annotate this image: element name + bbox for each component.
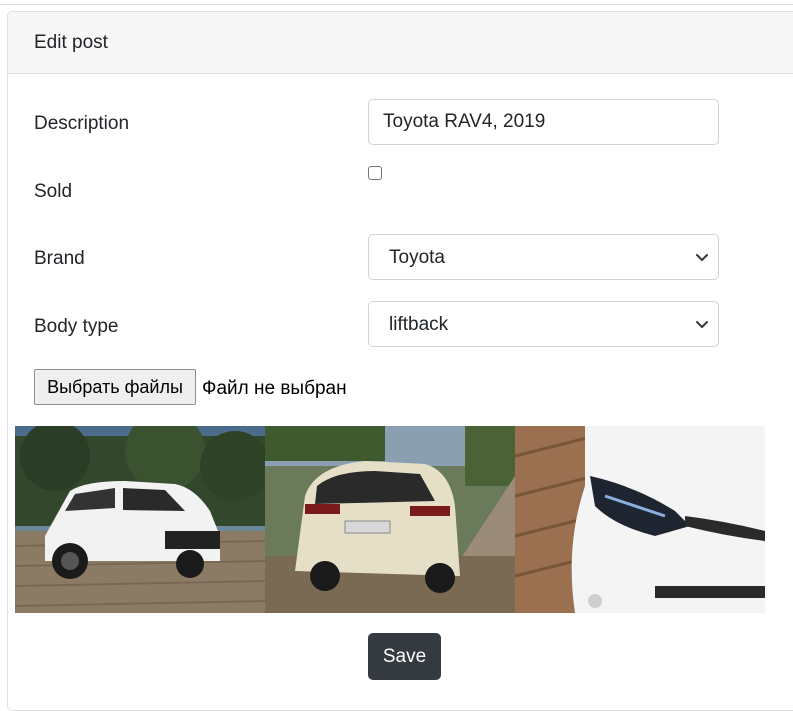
description-input[interactable] — [368, 99, 719, 145]
body-type-select[interactable]: liftback — [368, 301, 719, 347]
save-button[interactable]: Save — [368, 633, 441, 680]
chevron-down-icon — [696, 254, 708, 261]
sold-checkbox[interactable] — [368, 166, 382, 180]
edit-post-card: Edit post Description Sold Brand Toyota … — [7, 11, 793, 711]
file-status-text: Файл не выбран — [202, 378, 347, 399]
top-divider — [0, 4, 793, 5]
choose-files-button[interactable]: Выбрать файлы — [34, 369, 196, 405]
description-label: Description — [34, 113, 130, 134]
body-type-selected-value: liftback — [389, 314, 449, 335]
brand-selected-value: Toyota — [389, 247, 445, 268]
brand-label: Brand — [34, 248, 85, 269]
car-photo-2 — [265, 426, 515, 613]
car-photo-1 — [15, 426, 265, 613]
brand-select[interactable]: Toyota — [368, 234, 719, 280]
car-photo-3 — [515, 426, 765, 613]
chevron-down-icon — [696, 321, 708, 328]
body-type-label: Body type — [34, 316, 119, 337]
page-title: Edit post — [34, 32, 108, 53]
card-header: Edit post — [8, 12, 793, 74]
sold-label: Sold — [34, 181, 73, 202]
